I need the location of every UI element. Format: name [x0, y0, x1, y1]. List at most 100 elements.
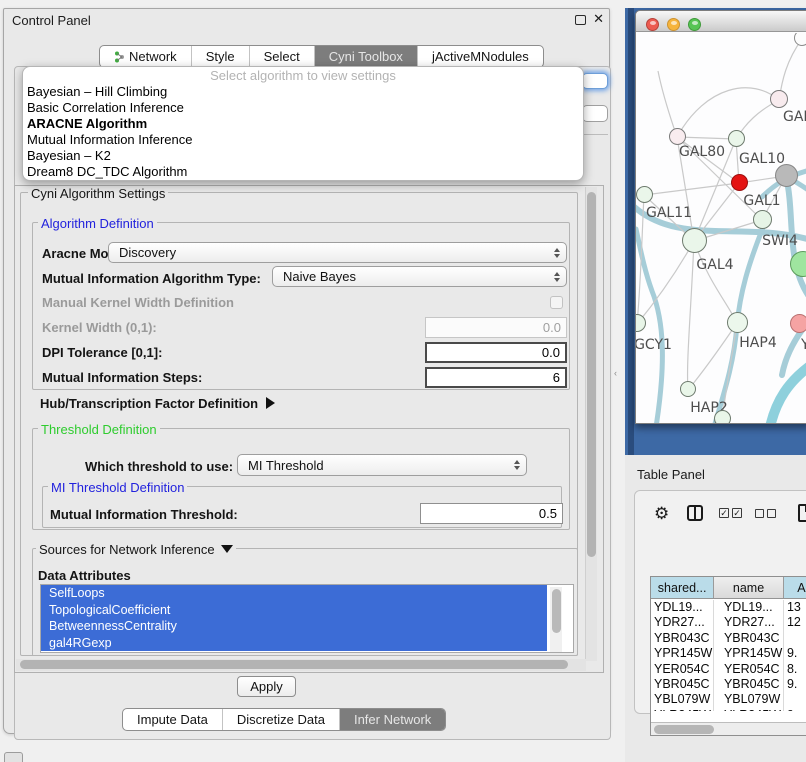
tab-impute-data[interactable]: Impute Data [123, 709, 223, 730]
node-gal10[interactable] [728, 130, 745, 147]
table-row[interactable]: YER054CYER054C8. [651, 662, 806, 677]
which-threshold-combo[interactable]: MI Threshold [237, 454, 527, 476]
settings-vertical-scrollbar[interactable] [585, 187, 597, 661]
tab-cyni-toolbox[interactable]: Cyni Toolbox [315, 46, 418, 67]
mi-threshold-field[interactable]: 0.5 [420, 503, 563, 524]
node-hap4[interactable] [727, 312, 748, 333]
collapsed-panel-button[interactable] [4, 752, 23, 762]
table-hscroll-thumb[interactable] [654, 725, 714, 734]
zoom-window-icon[interactable] [688, 18, 701, 31]
attributes-scrollbar[interactable] [550, 587, 562, 652]
hub-definition-toggle[interactable]: Hub/Transcription Factor Definition [40, 396, 275, 411]
node-gal1[interactable] [731, 174, 748, 191]
hscroll-thumb[interactable] [20, 660, 568, 669]
control-panel-tab-bar: NetworkStyle Select Cyni Toolbox jActiveMNo… [99, 45, 544, 68]
mi-type-combo[interactable]: Naive Bayes [272, 266, 567, 287]
node-label-gal11: GAL11 [646, 205, 692, 221]
table-cell: YLR345W [714, 708, 784, 711]
minimize-window-icon[interactable] [667, 18, 680, 31]
node-unlabeled[interactable] [794, 33, 806, 46]
algorithm-dropdown-prompt: Select algorithm to view settings [23, 68, 583, 84]
attribute-item[interactable]: gal4RGexp [41, 635, 547, 652]
algorithm-option[interactable]: Dream8 DC_TDC Algorithm [23, 164, 583, 180]
algorithm-option[interactable]: ARACNE Algorithm [23, 116, 583, 132]
algorithm-option[interactable]: Bayesian – Hill Climbing [23, 84, 583, 100]
vscroll-thumb[interactable] [587, 192, 596, 557]
export-table-icon[interactable] [798, 504, 806, 522]
node-table[interactable]: shared...nameA YDL19...YDL19...13YDR27..… [650, 576, 806, 736]
deselect-all-checkbox-icon[interactable] [755, 509, 764, 518]
select-all-checkbox-icon[interactable]: ✓ [732, 508, 742, 518]
node-unlabeled[interactable] [775, 164, 798, 187]
algorithm-option[interactable]: Bayesian – K2 [23, 148, 583, 164]
combo-stepper-icon [554, 248, 560, 258]
network-tab-icon [114, 51, 125, 63]
apply-button[interactable]: Apply [237, 676, 296, 697]
mi-threshold-label: Mutual Information Threshold: [50, 507, 238, 522]
node-label-gal1: GAL1 [743, 193, 780, 209]
attribute-item[interactable]: SelfLoops [41, 585, 547, 602]
mi-steps-field[interactable]: 6 [425, 367, 567, 388]
network-data-combo-edge[interactable] [582, 105, 608, 122]
node-label-hap4: HAP4 [739, 335, 776, 351]
dpi-tolerance-field[interactable]: 0.0 [425, 342, 567, 363]
table-cell: YDR27... [651, 615, 714, 630]
column-visibility-icon[interactable] [687, 505, 703, 521]
tab-style[interactable]: Style [192, 46, 250, 67]
table-row[interactable]: YBR045CYBR045C9. [651, 677, 806, 692]
node-gal4[interactable] [682, 228, 707, 253]
float-window-icon[interactable] [575, 15, 586, 25]
column-header-3[interactable]: A [784, 577, 806, 598]
table-horizontal-scrollbar[interactable] [651, 722, 806, 735]
algorithm-option[interactable]: Basic Correlation Inference [23, 100, 583, 116]
attribute-item[interactable]: TopologicalCoefficient [41, 602, 547, 619]
kernel-width-field[interactable]: 0.0 [425, 317, 567, 338]
node-label-y: Y [801, 337, 806, 353]
node-gal80[interactable] [669, 128, 686, 145]
settings-horizontal-scrollbar[interactable] [16, 659, 586, 671]
tab-jactivemnodules[interactable]: jActiveMNodules [418, 46, 543, 67]
node-y[interactable] [790, 314, 806, 333]
close-window-icon[interactable] [646, 18, 659, 31]
sources-group-toggle[interactable]: Sources for Network Inference [36, 542, 236, 557]
manual-kernel-checkbox[interactable] [550, 296, 563, 309]
panel-splitter-handle[interactable]: ‹ [614, 368, 617, 378]
collapse-down-icon [221, 545, 233, 553]
node-gal11[interactable] [636, 186, 653, 203]
node-swi4[interactable] [753, 210, 772, 229]
table-settings-gear-icon[interactable]: ⚙ [654, 504, 669, 524]
close-panel-icon[interactable]: ✕ [593, 11, 604, 27]
node-hap2[interactable] [680, 381, 696, 397]
table-row[interactable]: YBL079WYBL079W [651, 692, 806, 707]
column-header-1[interactable]: shared... [651, 577, 714, 598]
table-cell: YBL079W [714, 692, 784, 707]
select-all-checkbox-icon[interactable]: ✓ [719, 508, 729, 518]
table-row[interactable]: YDL19...YDL19...13 [651, 600, 806, 615]
column-header-2[interactable]: name [714, 577, 784, 598]
tab-label: Cyni Toolbox [329, 49, 403, 64]
aracne-mode-value: Discovery [119, 245, 176, 260]
table-row[interactable]: YPR145WYPR145W9. [651, 646, 806, 661]
node-gal[interactable] [770, 90, 788, 108]
tab-label: Select [264, 49, 300, 64]
tab-discretize-data[interactable]: Discretize Data [223, 709, 340, 730]
node-unlabeled[interactable] [714, 410, 731, 425]
attributes-scroll-thumb[interactable] [552, 589, 561, 633]
table-row[interactable]: YLR345WYLR345W9. [651, 708, 806, 711]
algorithm-option[interactable]: Mutual Information Inference [23, 132, 583, 148]
inference-algorithm-combo-edge[interactable] [582, 73, 608, 89]
tab-infer-network[interactable]: Infer Network [340, 709, 445, 730]
hub-definition-label: Hub/Transcription Factor Definition [40, 396, 258, 411]
data-attributes-list[interactable]: SelfLoopsTopologicalCoefficientBetweenne… [40, 584, 574, 653]
tab-network[interactable]: Network [100, 46, 192, 67]
attribute-item[interactable]: BetweennessCentrality [41, 618, 547, 635]
table-row[interactable]: YBR043CYBR043C [651, 631, 806, 646]
manual-kernel-label: Manual Kernel Width Definition [42, 295, 234, 310]
tab-select[interactable]: Select [250, 46, 315, 67]
deselect-all-checkbox-icon[interactable] [767, 509, 776, 518]
mi-type-label: Mutual Information Algorithm Type: [42, 271, 261, 286]
table-cell: YBR043C [714, 631, 784, 646]
network-canvas[interactable]: GALGAL80GAL10GAL1GAL11SWI4GAL4GCY1HAP4YH… [636, 33, 806, 424]
aracne-mode-combo[interactable]: Discovery [108, 242, 567, 263]
table-row[interactable]: YDR27...YDR27...12 [651, 615, 806, 630]
